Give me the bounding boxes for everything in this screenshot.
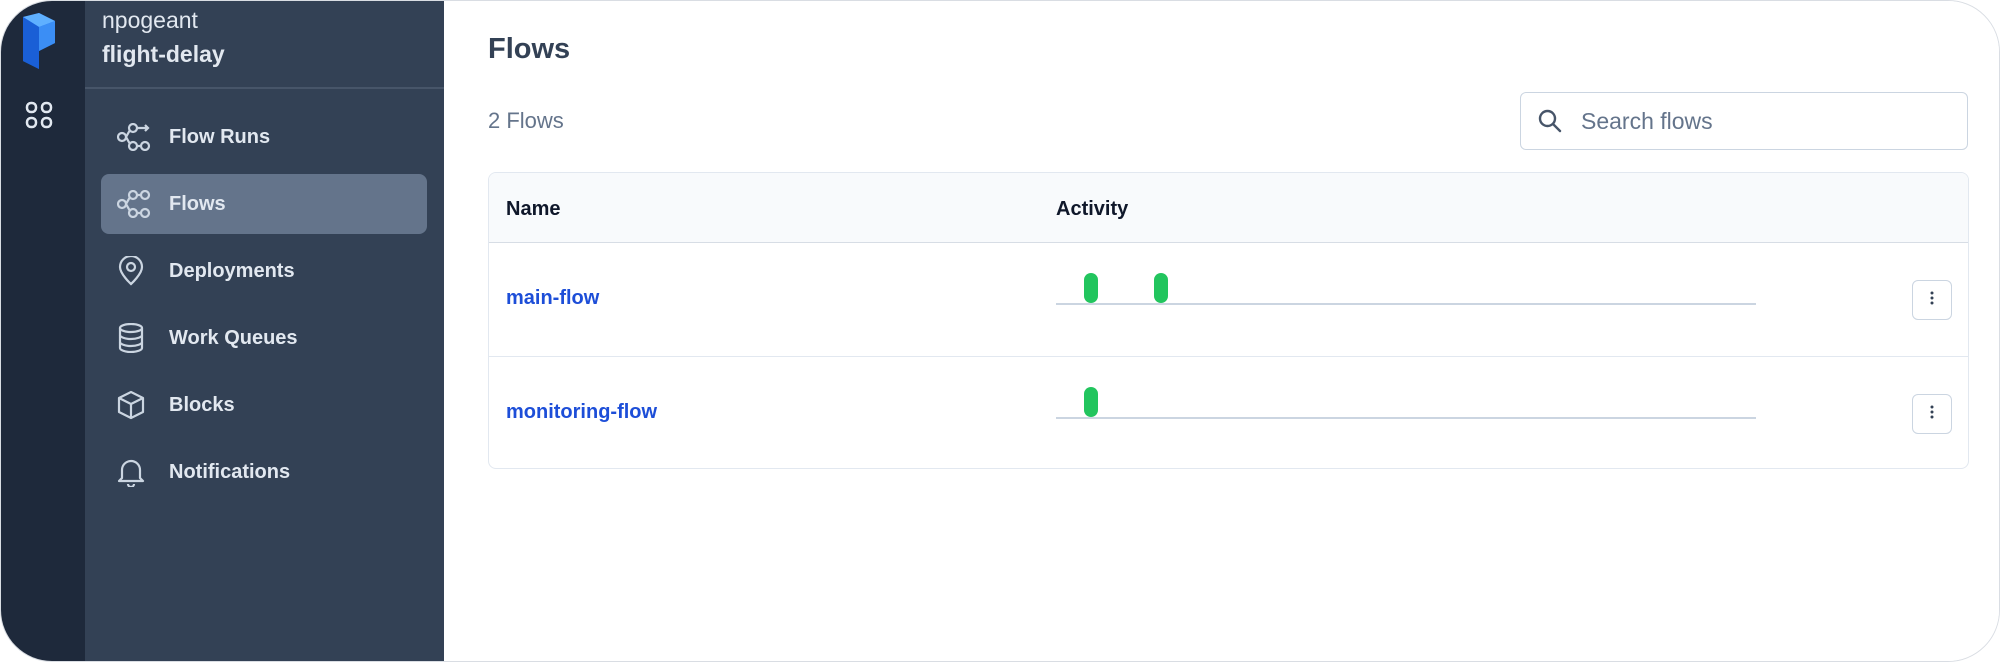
flows-table: Name Activity main-flow monitoring-flow xyxy=(488,172,1969,469)
activity-chart xyxy=(1056,379,1756,419)
flow-name-link[interactable]: main-flow xyxy=(506,287,599,310)
more-vertical-icon xyxy=(1930,405,1934,424)
sidebar-item-label: Blocks xyxy=(169,393,235,416)
flows-icon xyxy=(117,188,155,220)
table-row: monitoring-flow xyxy=(489,357,1968,468)
sidebar-item-blocks[interactable]: Blocks xyxy=(101,375,427,435)
bell-icon xyxy=(117,456,155,488)
activity-baseline xyxy=(1056,303,1756,305)
flow-count: 2 Flows xyxy=(488,108,564,133)
sidebar-item-label: Deployments xyxy=(169,259,295,282)
more-vertical-icon xyxy=(1930,291,1934,310)
flow-name-link[interactable]: monitoring-flow xyxy=(506,401,657,424)
sidebar-item-flow-runs[interactable]: Flow Runs xyxy=(101,107,427,167)
table-row: main-flow xyxy=(489,243,1968,357)
icon-rail xyxy=(1,1,85,661)
workspace-name[interactable]: flight-delay xyxy=(102,41,225,68)
activity-run-bar[interactable] xyxy=(1154,273,1168,303)
search-icon xyxy=(1537,108,1563,134)
main-content: Flows 2 Flows Name Activity main-flow xyxy=(444,1,1999,661)
activity-baseline xyxy=(1056,417,1756,419)
sidebar: npogeant flight-delay Flow Runs Flows De… xyxy=(85,1,444,661)
sidebar-item-label: Work Queues xyxy=(169,326,298,349)
activity-run-bar[interactable] xyxy=(1084,273,1098,303)
sidebar-nav: Flow Runs Flows Deployments Work Queues … xyxy=(101,107,427,509)
apps-grid-icon[interactable] xyxy=(25,101,53,134)
cube-icon xyxy=(117,389,155,421)
prefect-logo-icon[interactable] xyxy=(21,13,57,74)
sidebar-item-work-queues[interactable]: Work Queues xyxy=(101,308,427,368)
sidebar-item-label: Flow Runs xyxy=(169,125,271,148)
sidebar-item-label: Notifications xyxy=(169,460,291,483)
sidebar-item-flows[interactable]: Flows xyxy=(101,174,427,234)
sidebar-item-label: Flows xyxy=(169,192,226,215)
activity-chart xyxy=(1056,265,1756,305)
activity-run-bar[interactable] xyxy=(1084,387,1098,417)
database-icon xyxy=(117,322,155,354)
page-title: Flows xyxy=(488,33,571,65)
sidebar-divider xyxy=(85,87,444,89)
row-menu-button[interactable] xyxy=(1912,394,1952,434)
search-box[interactable] xyxy=(1520,92,1968,150)
workspace-org[interactable]: npogeant xyxy=(102,7,198,34)
map-pin-icon xyxy=(117,255,155,287)
column-header-name[interactable]: Name xyxy=(506,198,560,221)
app-window: npogeant flight-delay Flow Runs Flows De… xyxy=(0,0,2000,662)
row-menu-button[interactable] xyxy=(1912,280,1952,320)
flow-runs-icon xyxy=(117,121,155,153)
search-input[interactable] xyxy=(1579,106,1943,136)
sidebar-item-deployments[interactable]: Deployments xyxy=(101,241,427,301)
column-header-activity: Activity xyxy=(1056,198,1129,220)
table-header: Name Activity xyxy=(489,173,1968,243)
sidebar-item-notifications[interactable]: Notifications xyxy=(101,442,427,502)
